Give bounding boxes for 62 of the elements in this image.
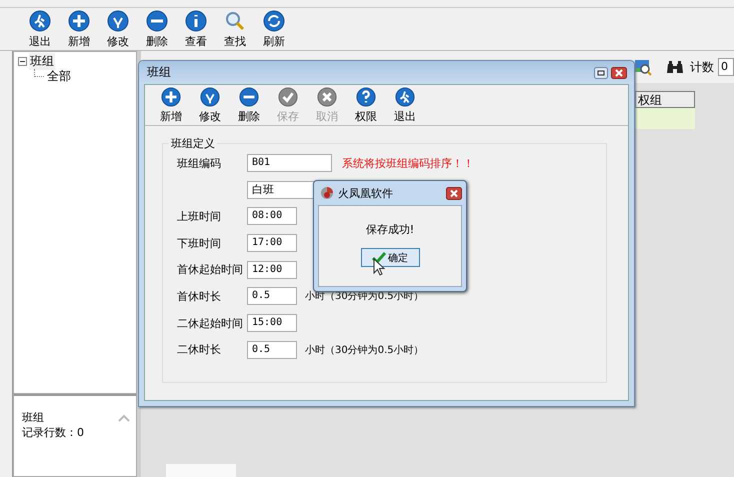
input-field[interactable]: 17:00 [247, 234, 297, 252]
round-icon [185, 10, 207, 32]
field-label: 班组编码 [177, 156, 221, 170]
tree-item[interactable]: 班组 [29, 53, 55, 70]
toolbar-button[interactable]: 查找 [216, 10, 254, 48]
round-icon [146, 10, 168, 32]
round-icon [278, 87, 298, 107]
column-header[interactable]: 权组 [635, 91, 695, 108]
toolbar-button[interactable]: 刷新 [255, 10, 293, 48]
round-icon [161, 87, 181, 107]
toolbar-button[interactable]: 退出 [386, 87, 424, 125]
toolbar-button[interactable]: 权限 [347, 87, 385, 125]
round-icon [317, 87, 337, 107]
image-search-icon[interactable] [634, 58, 652, 76]
input-field[interactable]: 12:00 [247, 260, 297, 279]
info-title: 班组 [22, 410, 45, 425]
magnifier-icon [224, 10, 246, 32]
group-title: 班组定义 [169, 136, 217, 151]
round-icon [68, 10, 90, 32]
toolbar-button[interactable]: 修改 [99, 10, 137, 48]
field-label: 二休时长 [177, 343, 221, 356]
round-icon [395, 87, 415, 107]
field-note: 小时（30分钟为0.5小时） [305, 344, 424, 357]
close-icon[interactable] [611, 66, 627, 78]
field-label: 二休起始时间 [177, 316, 243, 330]
round-icon [200, 87, 220, 107]
input-field[interactable]: 0.5 [247, 287, 297, 306]
field-note: 系统将按班组编码排序！！ [342, 156, 474, 170]
round-icon [239, 87, 259, 107]
toolbar-button[interactable]: 查看 [177, 10, 215, 48]
toolbar-button[interactable]: 删除 [138, 10, 176, 48]
field-label: 首休起始时间 [177, 263, 243, 276]
refresh-icon [263, 10, 285, 32]
toolbar-button[interactable]: 修改 [191, 87, 229, 125]
app-icon [320, 186, 334, 200]
field-label: 上班时间 [177, 210, 221, 223]
field-label: 下班时间 [177, 236, 221, 250]
round-icon [107, 10, 129, 32]
ok-button[interactable]: 确定 [360, 248, 420, 267]
input-field[interactable]: 15:00 [247, 314, 297, 332]
toolbar-button[interactable]: 删除 [230, 87, 268, 125]
toolbar-button[interactable]: 新增 [60, 10, 98, 48]
collapse-icon[interactable] [18, 57, 27, 66]
round-icon [29, 10, 51, 32]
binoculars-icon[interactable] [666, 60, 684, 74]
message-text: 保存成功! [366, 222, 414, 237]
tree-item[interactable]: 全部 [46, 68, 72, 85]
mouse-pointer-icon [373, 258, 385, 276]
field-label: 首休时长 [177, 290, 221, 303]
record-count: 记录行数：0 [22, 425, 84, 440]
count-field[interactable]: 0 [718, 58, 734, 76]
checkmark-icon [372, 252, 386, 264]
round-icon [356, 87, 376, 107]
input-field[interactable]: B01 [247, 154, 332, 172]
toolbar-button[interactable]: 退出 [21, 10, 59, 48]
toolbar-button[interactable]: 新增 [152, 87, 190, 125]
window-title: 班组 [147, 64, 171, 81]
input-field[interactable]: 08:00 [247, 207, 297, 226]
restore-icon[interactable] [594, 66, 608, 78]
input-field[interactable]: 0.5 [247, 340, 297, 359]
close-icon[interactable] [446, 186, 462, 200]
count-label: 计数 [690, 58, 714, 76]
